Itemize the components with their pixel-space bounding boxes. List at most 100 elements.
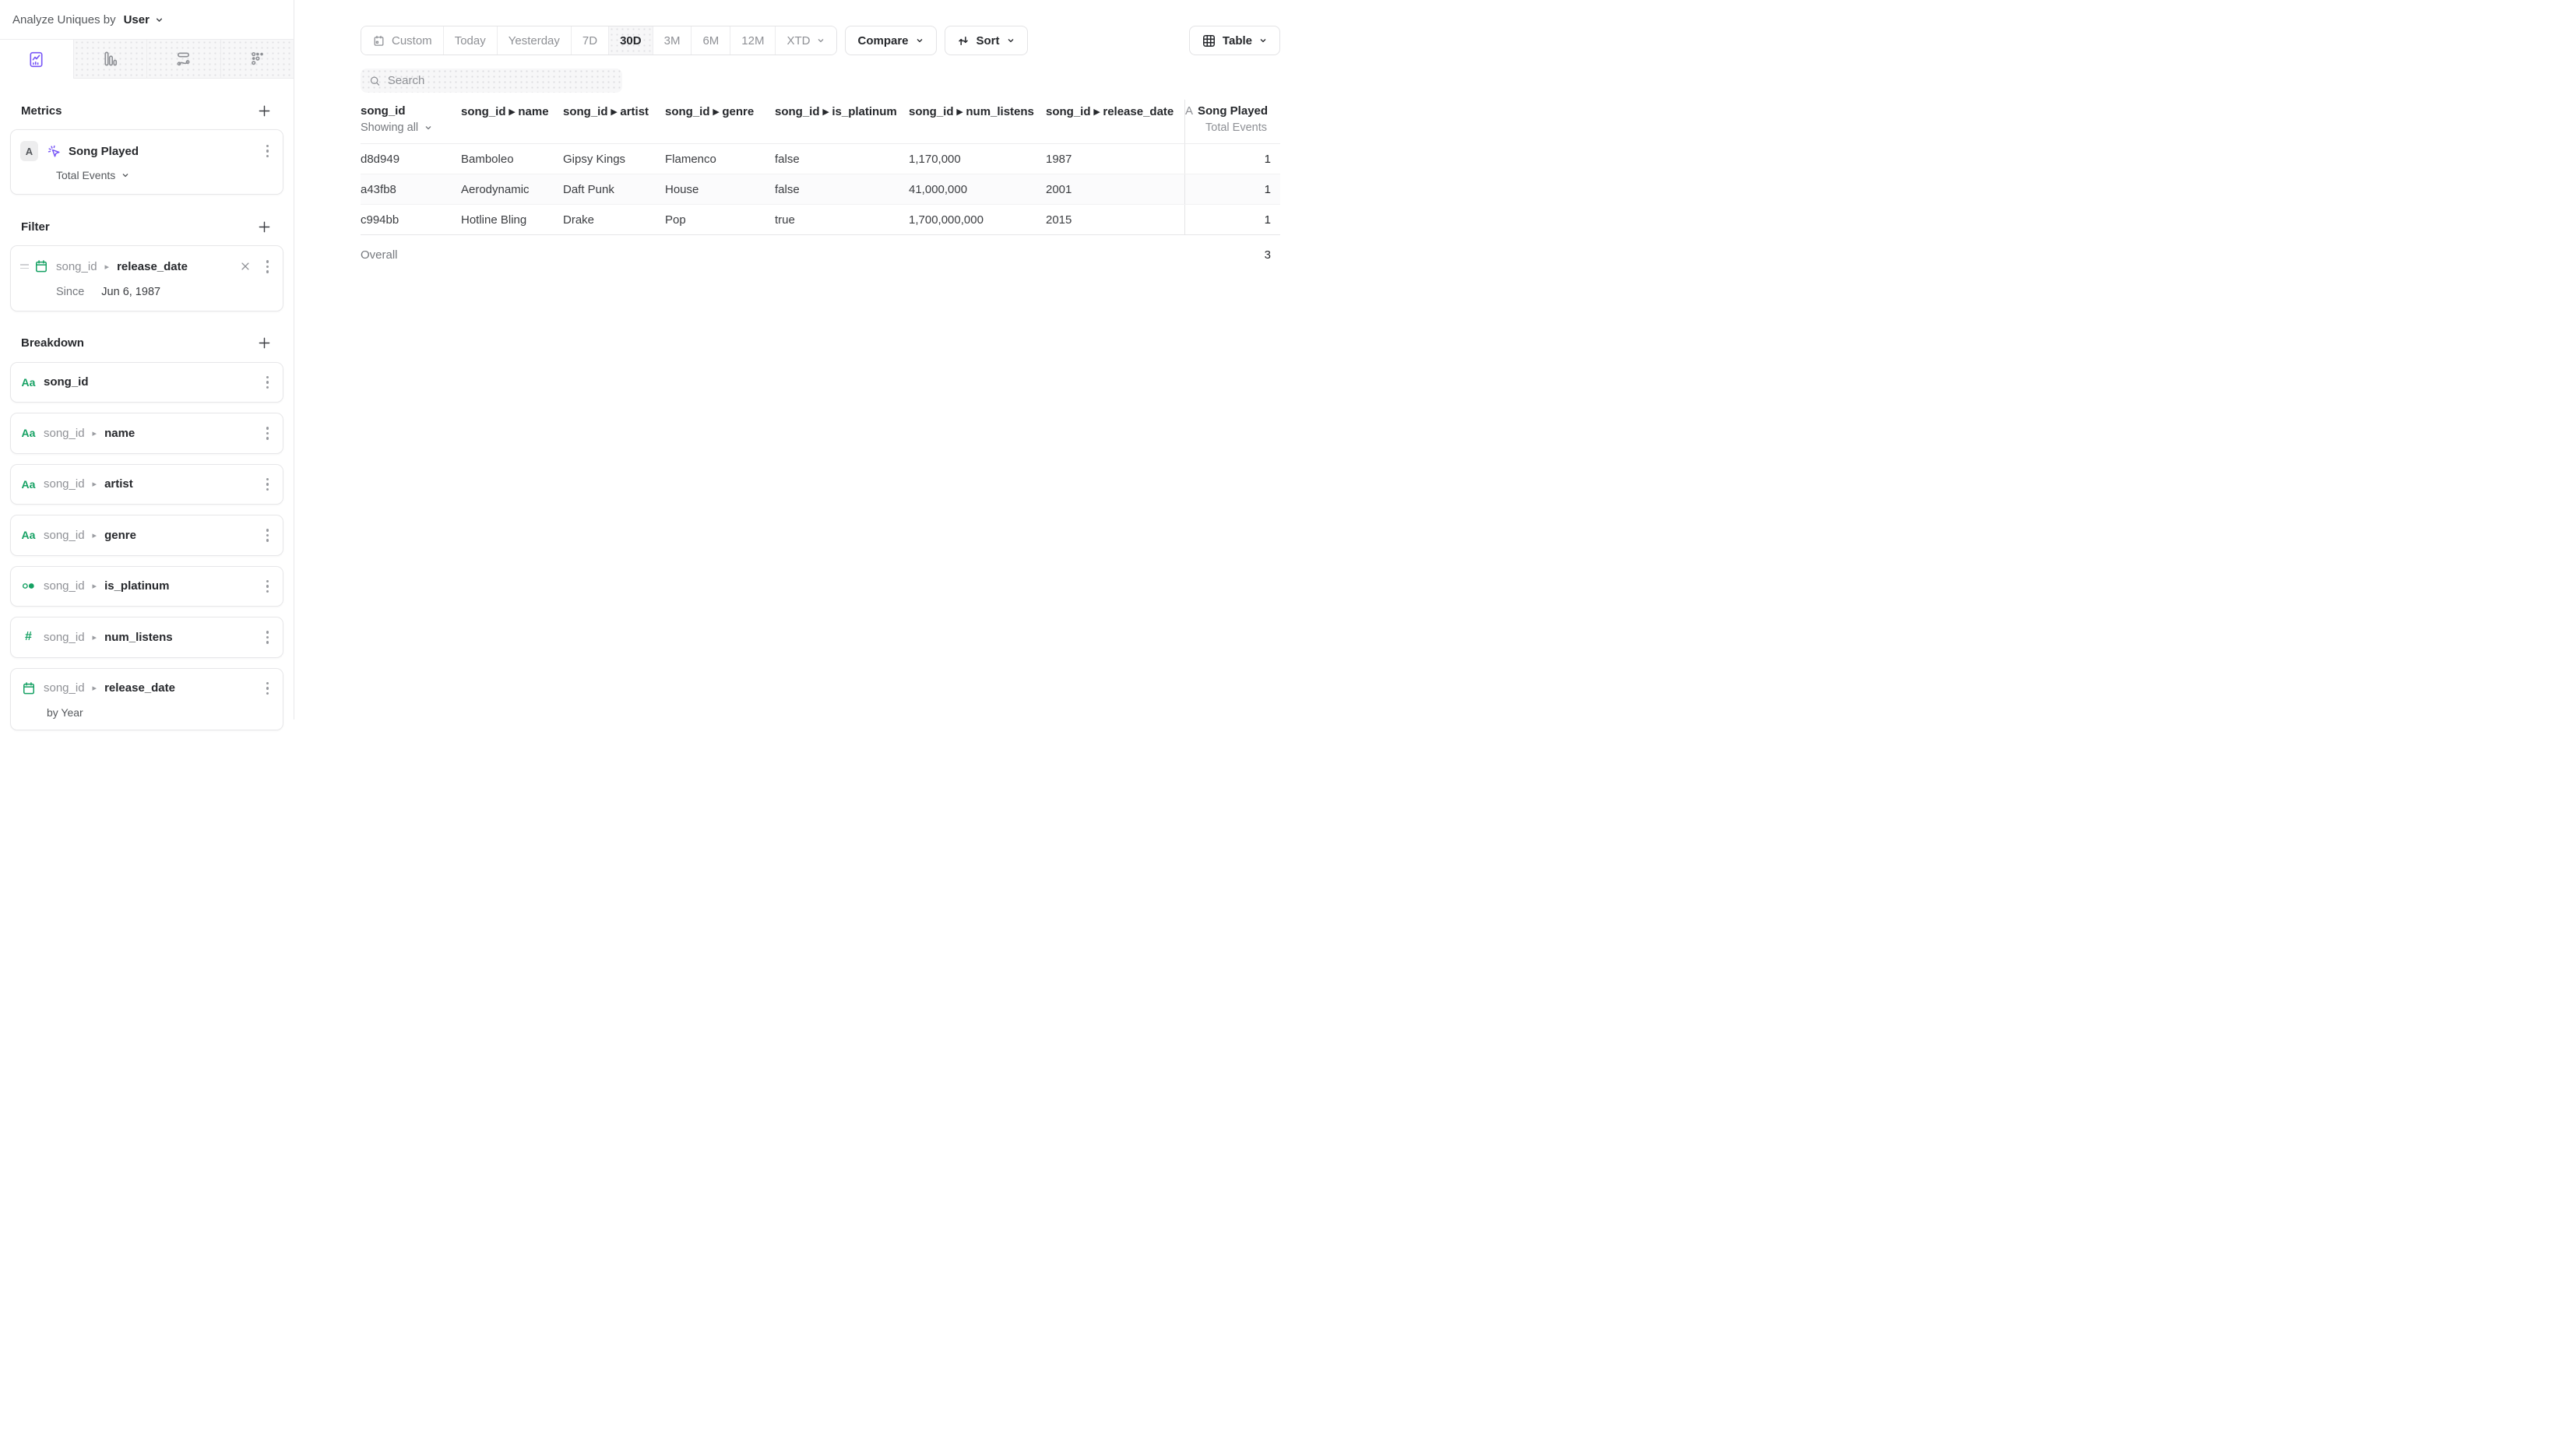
cell-is-platinum: false — [775, 144, 909, 174]
metric-subtitle: Total Events — [1184, 118, 1280, 143]
breakdown-label: is_platinum — [104, 579, 169, 593]
plus-icon — [258, 220, 271, 234]
table-row[interactable]: c994bb Hotline Bling Drake Pop true 1,70… — [361, 205, 1280, 235]
column-header-is-platinum[interactable]: song_id ▸ is_platinum — [775, 100, 909, 118]
viz-tab-flow[interactable] — [146, 40, 220, 79]
date-tab-label: 6M — [702, 34, 719, 47]
viz-tab-bar-chart[interactable] — [73, 40, 147, 79]
breakdown-card-name[interactable]: Aa song_id ▸ name — [10, 413, 283, 454]
add-metric-button[interactable] — [255, 102, 273, 119]
chevron-down-icon — [154, 15, 164, 25]
breakdown-more-button[interactable] — [262, 424, 274, 443]
breakdown-section-header: Breakdown — [21, 335, 273, 352]
cell-artist: Drake — [563, 205, 665, 234]
breakdown-card-num-listens[interactable]: # song_id ▸ num_listens — [10, 617, 283, 658]
close-icon — [240, 261, 251, 272]
metric-more-button[interactable] — [262, 142, 274, 161]
breakdown-more-button[interactable] — [262, 475, 274, 494]
breakdown-more-button[interactable] — [262, 577, 274, 596]
date-tab-7d[interactable]: 7D — [571, 26, 608, 55]
breakdown-more-button[interactable] — [262, 373, 274, 392]
metric-card[interactable]: A Song Played Total Events — [10, 129, 283, 195]
remove-filter-button[interactable] — [238, 259, 253, 274]
view-type-button[interactable]: Table — [1189, 26, 1280, 55]
metrics-title: Metrics — [21, 104, 62, 118]
text-property-icon: Aa — [20, 529, 37, 541]
column-header-release-date[interactable]: song_id ▸ release_date — [1046, 100, 1184, 118]
breakdown-prefix: song_id — [44, 579, 85, 593]
text-property-icon: Aa — [20, 478, 37, 491]
showing-all-label: Showing all — [361, 121, 418, 134]
showing-all-selector[interactable]: Showing all — [361, 118, 461, 143]
date-tab-12m[interactable]: 12M — [730, 26, 775, 55]
cell-metric-value: 1 — [1184, 205, 1280, 234]
metric-name: Song Played — [69, 145, 139, 158]
cell-genre: House — [665, 174, 775, 204]
date-tab-3m[interactable]: 3M — [653, 26, 692, 55]
date-range-tabs: Custom Today Yesterday 7D 30D 3M 6M 12M … — [361, 26, 837, 55]
caret-right-icon: ▸ — [93, 479, 97, 489]
date-tab-yesterday[interactable]: Yesterday — [497, 26, 571, 55]
filter-more-button[interactable] — [262, 257, 274, 276]
breakdown-card-release-date[interactable]: song_id ▸ release_date by Year — [10, 668, 283, 731]
breakdown-prefix: song_id — [44, 477, 85, 491]
viz-tab-line-chart[interactable] — [0, 40, 73, 79]
filter-title: Filter — [21, 220, 50, 234]
sort-button[interactable]: Sort — [945, 26, 1028, 55]
report-toolbar: Custom Today Yesterday 7D 30D 3M 6M 12M … — [361, 26, 1280, 55]
insights-report: Analyze Uniques by User — [0, 0, 1288, 720]
text-property-icon: Aa — [20, 427, 37, 439]
date-tab-today[interactable]: Today — [443, 26, 497, 55]
breakdown-card-is-platinum[interactable]: song_id ▸ is_platinum — [10, 566, 283, 607]
filter-operator[interactable]: Since — [56, 286, 84, 298]
breakdown-card-song-id[interactable]: Aa song_id — [10, 362, 283, 403]
metric-aggregation-selector[interactable]: Total Events — [56, 169, 273, 181]
sidebar-content: Metrics A Song Played — [0, 102, 294, 730]
metrics-section-header: Metrics — [21, 102, 273, 119]
cell-name: Hotline Bling — [461, 205, 563, 234]
filter-property-prefix: song_id — [56, 260, 97, 273]
cell-metric-value: 1 — [1184, 174, 1280, 204]
cell-song-id: c994bb — [361, 205, 461, 234]
date-tab-6m[interactable]: 6M — [691, 26, 730, 55]
column-header-name[interactable]: song_id ▸ name — [461, 100, 563, 118]
filter-card[interactable]: song_id ▸ release_date Since Jun 6, 1987 — [10, 245, 283, 311]
search-input[interactable] — [388, 74, 614, 87]
chevron-down-icon — [915, 36, 924, 45]
drag-handle-icon[interactable] — [20, 264, 29, 269]
add-filter-button[interactable] — [255, 218, 273, 235]
breakdown-bucket-selector[interactable]: by Year — [47, 706, 273, 719]
breakdown-more-button[interactable] — [262, 526, 274, 545]
add-breakdown-button[interactable] — [255, 335, 273, 352]
viz-tab-metrics[interactable] — [220, 40, 294, 79]
analyze-header[interactable]: Analyze Uniques by User — [0, 0, 294, 39]
breakdown-card-genre[interactable]: Aa song_id ▸ genre — [10, 515, 283, 556]
filter-value[interactable]: Jun 6, 1987 — [101, 286, 160, 298]
breakdown-more-button[interactable] — [262, 679, 274, 698]
column-header-genre[interactable]: song_id ▸ genre — [665, 100, 775, 118]
breakdown-card-artist[interactable]: Aa song_id ▸ artist — [10, 464, 283, 505]
filter-section-header: Filter — [21, 218, 273, 235]
cell-name: Bamboleo — [461, 144, 563, 174]
date-tab-30d[interactable]: 30D — [608, 26, 653, 55]
breakdown-more-button[interactable] — [262, 628, 274, 647]
table-row[interactable]: a43fb8 Aerodynamic Daft Punk House false… — [361, 174, 1280, 205]
date-property-icon — [33, 259, 49, 274]
cell-release-date: 1987 — [1046, 144, 1184, 174]
date-tab-custom[interactable]: Custom — [361, 26, 443, 55]
compare-button[interactable]: Compare — [845, 26, 936, 55]
column-header-song-id[interactable]: song_id — [361, 100, 461, 118]
date-property-icon — [20, 681, 37, 696]
breakdown-label: genre — [104, 529, 136, 542]
cell-name: Aerodynamic — [461, 174, 563, 204]
column-header-num-listens[interactable]: song_id ▸ num_listens — [909, 100, 1046, 118]
table-search[interactable] — [361, 69, 622, 93]
table-row[interactable]: d8d949 Bamboleo Gipsy Kings Flamenco fal… — [361, 144, 1280, 174]
analyze-entity-value[interactable]: User — [124, 13, 150, 26]
caret-right-icon: ▸ — [93, 428, 97, 438]
date-tab-xtd[interactable]: XTD — [775, 26, 836, 55]
column-header-artist[interactable]: song_id ▸ artist — [563, 100, 665, 118]
overall-row: Overall 3 — [361, 235, 1280, 274]
column-header-metric[interactable]: ASong Played — [1184, 100, 1280, 118]
cell-metric-value: 1 — [1184, 144, 1280, 174]
